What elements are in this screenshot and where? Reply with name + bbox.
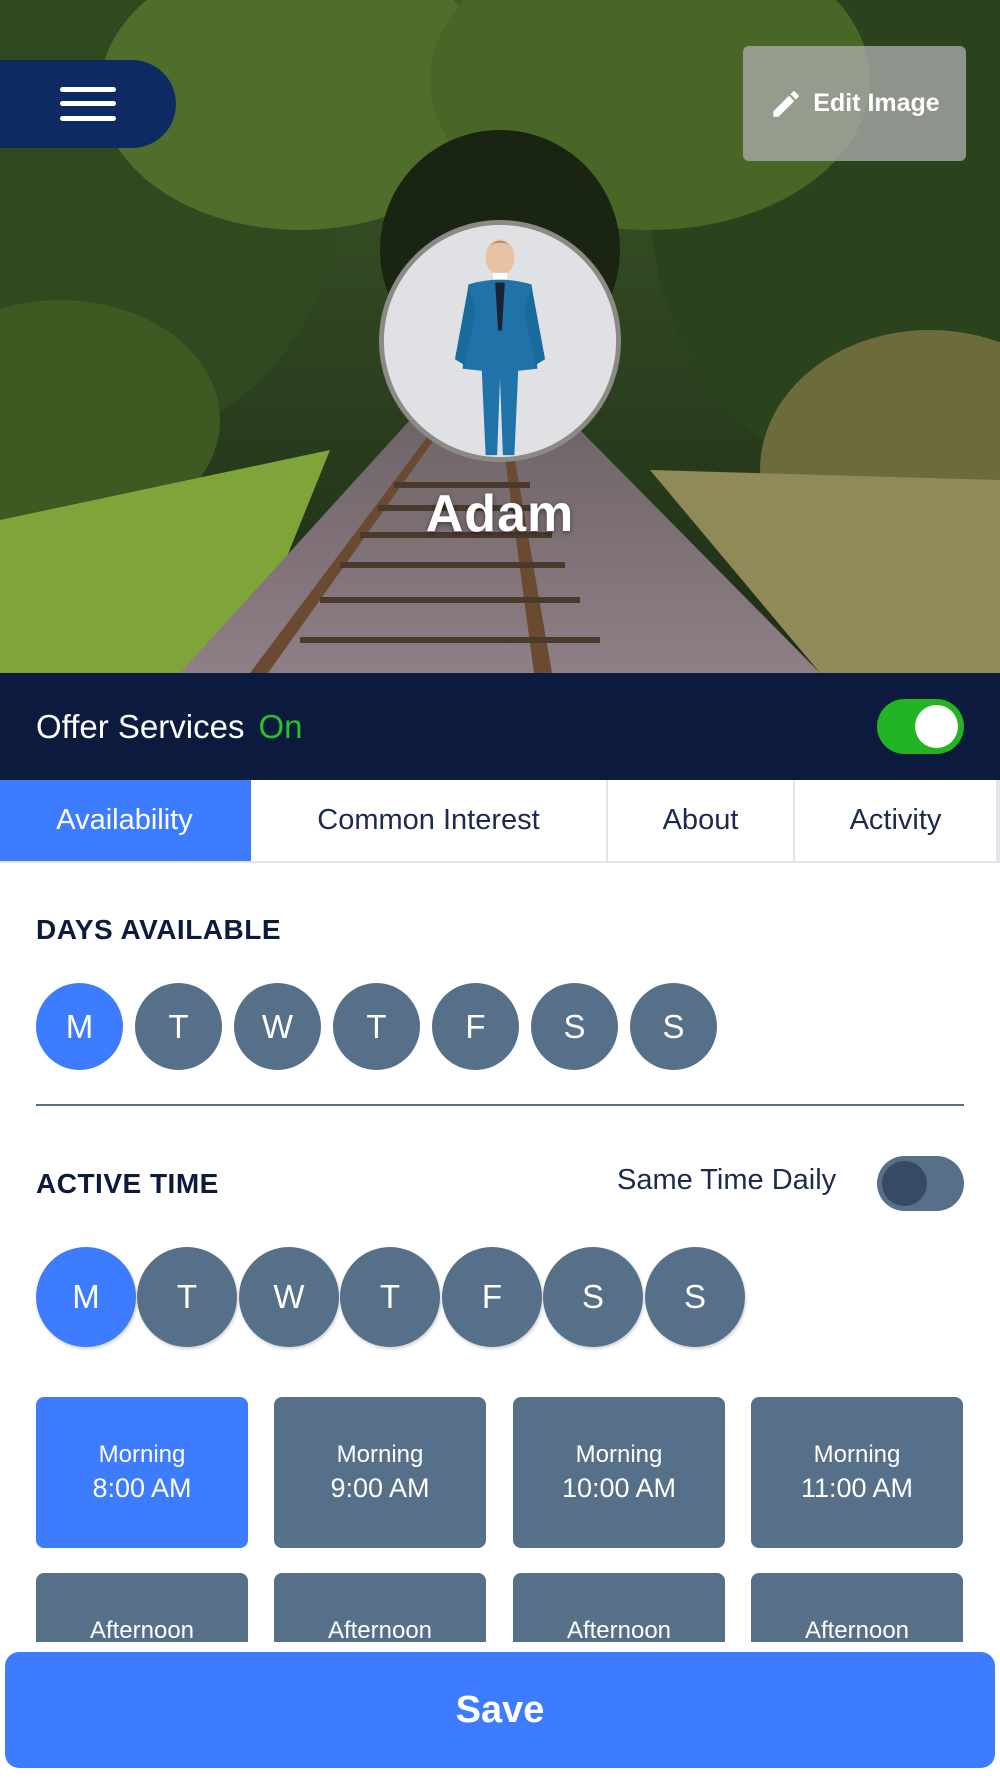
time-slot[interactable]: Afternoon	[274, 1573, 486, 1642]
active-time-title: ACTIVE TIME	[36, 1168, 219, 1199]
edit-image-button[interactable]: Edit Image	[743, 46, 966, 161]
slot-period: Afternoon	[89, 1617, 195, 1642]
slot-period: Morning	[575, 1441, 663, 1469]
offer-services-toggle[interactable]	[877, 699, 964, 754]
menu-button[interactable]	[0, 60, 176, 148]
active-day-tuesday[interactable]: T	[137, 1247, 237, 1347]
save-button[interactable]: Save	[5, 1652, 995, 1768]
tab-common-interest[interactable]: Common Interest	[251, 780, 608, 861]
offer-services-status: On	[258, 707, 303, 745]
slot-period: Afternoon	[327, 1617, 433, 1642]
same-time-daily-label: Same Time Daily	[617, 1164, 837, 1196]
active-day-wednesday[interactable]: W	[239, 1247, 339, 1347]
active-day-friday[interactable]: F	[442, 1247, 542, 1347]
hamburger-menu-icon	[60, 87, 116, 121]
tab-activity[interactable]: Activity	[795, 780, 998, 861]
tab-availability[interactable]: Availability	[0, 780, 251, 861]
slot-time: 8:00 AM	[92, 1472, 192, 1503]
day-available-wednesday[interactable]: W	[234, 983, 321, 1070]
slot-time: 11:00 AM	[800, 1472, 914, 1503]
offer-services-label: Offer Services	[36, 707, 245, 745]
active-day-monday[interactable]: M	[36, 1247, 136, 1347]
day-available-monday[interactable]: M	[36, 983, 123, 1070]
time-slot[interactable]: Morning 9:00 AM	[274, 1397, 486, 1548]
cover-image: Edit Image Adam	[0, 0, 1000, 673]
section-divider	[36, 1104, 964, 1106]
active-day-saturday[interactable]: S	[543, 1247, 643, 1347]
active-day-sunday[interactable]: S	[645, 1247, 745, 1347]
slot-period: Morning	[98, 1441, 186, 1469]
slot-period: Afternoon	[566, 1617, 672, 1642]
time-slot[interactable]: Afternoon	[36, 1573, 248, 1642]
profile-photo	[384, 225, 616, 457]
time-slot[interactable]: Afternoon	[513, 1573, 725, 1642]
day-available-saturday[interactable]: S	[531, 983, 618, 1070]
pencil-icon	[773, 90, 800, 117]
day-available-friday[interactable]: F	[432, 983, 519, 1070]
profile-tabs: Availability Common Interest About Activ…	[0, 780, 1000, 863]
time-slot[interactable]: Morning 8:00 AM	[36, 1397, 248, 1548]
day-available-sunday[interactable]: S	[630, 983, 717, 1070]
profile-name: Adam	[425, 485, 575, 543]
slot-time: 9:00 AM	[330, 1472, 430, 1503]
time-slot[interactable]: Afternoon	[751, 1573, 963, 1642]
toggle-knob	[915, 705, 958, 748]
edit-image-label: Edit Image	[813, 89, 940, 117]
slot-period: Afternoon	[804, 1617, 910, 1642]
slot-time: 10:00 AM	[561, 1472, 677, 1503]
tab-about[interactable]: About	[608, 780, 795, 861]
toggle-knob	[882, 1161, 927, 1206]
avatar[interactable]	[379, 220, 621, 462]
slot-period: Morning	[336, 1441, 424, 1469]
day-available-thursday[interactable]: T	[333, 983, 420, 1070]
time-slot-grid: Morning 8:00 AM Morning 9:00 AM Morning …	[0, 1390, 1000, 1642]
days-available-title: DAYS AVAILABLE	[36, 914, 282, 945]
slot-period: Morning	[813, 1441, 901, 1469]
same-time-daily-toggle[interactable]	[877, 1156, 964, 1211]
day-available-tuesday[interactable]: T	[135, 983, 222, 1070]
time-slot[interactable]: Morning 11:00 AM	[751, 1397, 963, 1548]
active-day-thursday[interactable]: T	[340, 1247, 440, 1347]
time-slot[interactable]: Morning 10:00 AM	[513, 1397, 725, 1548]
offer-services-bar: Offer Services On	[0, 673, 1000, 780]
